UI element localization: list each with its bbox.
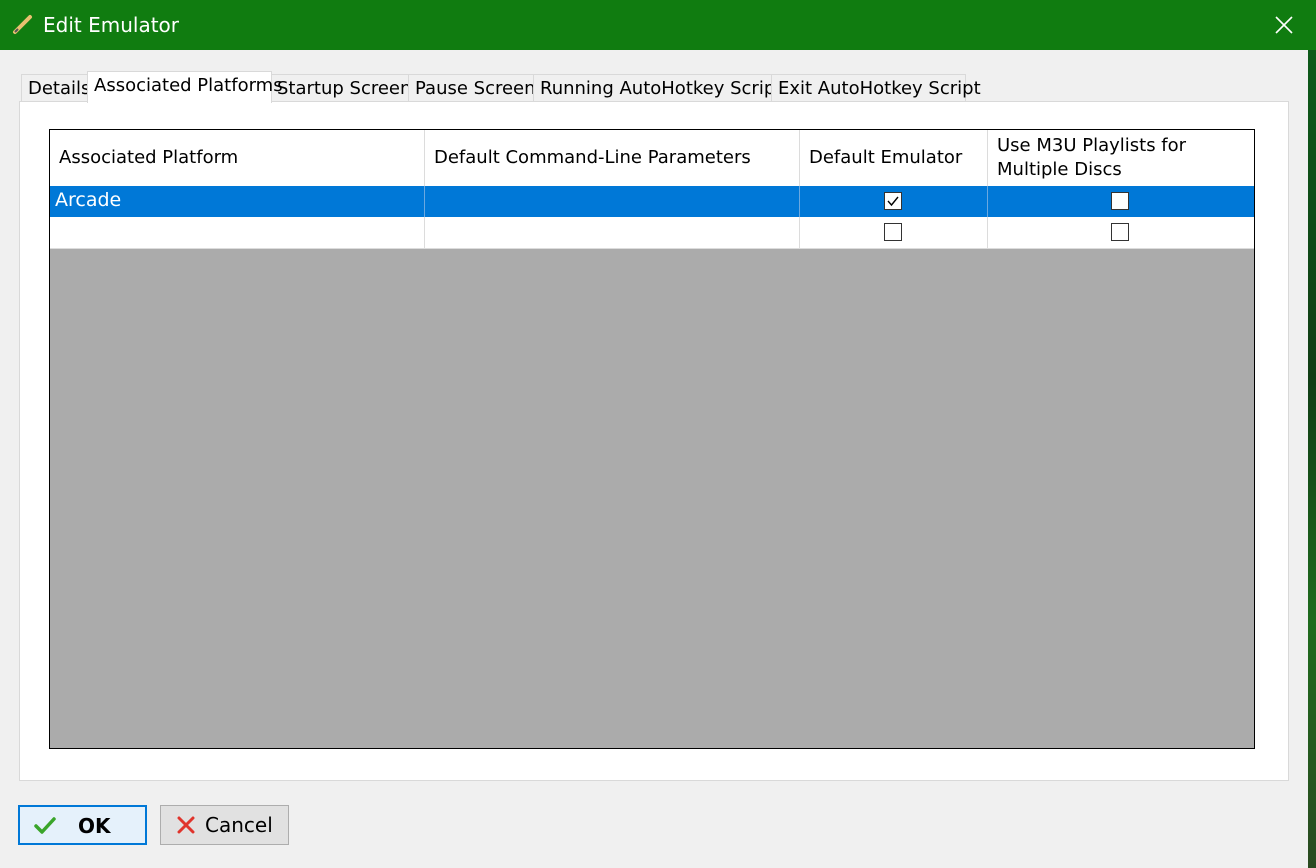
header-label-line2: Multiple Discs <box>997 159 1122 180</box>
use-m3u-checkbox[interactable] <box>1111 223 1129 241</box>
checkmark-icon <box>34 817 56 834</box>
cell-default-emulator <box>800 186 988 217</box>
tab-pause-screen[interactable]: Pause Screen <box>408 74 536 102</box>
cancel-label: Cancel <box>205 813 273 837</box>
close-button[interactable] <box>1264 5 1304 45</box>
pencil-icon <box>12 13 34 35</box>
background-desktop-strip <box>1308 50 1316 868</box>
header-associated-platform[interactable]: Associated Platform <box>50 130 425 186</box>
header-default-emulator[interactable]: Default Emulator <box>800 130 988 186</box>
header-label: Default Command-Line Parameters <box>434 147 751 168</box>
ok-button[interactable]: OK <box>18 805 147 845</box>
header-command-line-parameters[interactable]: Default Command-Line Parameters <box>425 130 800 186</box>
header-use-m3u-playlists[interactable]: Use M3U Playlists for Multiple Discs <box>988 130 1254 186</box>
tab-details[interactable]: Details <box>21 74 90 102</box>
cell-command-line-parameters[interactable] <box>425 186 800 217</box>
cell-default-emulator <box>800 217 988 248</box>
default-emulator-checkbox[interactable] <box>884 223 902 241</box>
cell-use-m3u <box>988 217 1254 248</box>
header-label: Associated Platform <box>59 147 239 168</box>
header-label: Default Emulator <box>809 147 963 168</box>
header-label-line1: Use M3U Playlists for <box>997 135 1187 156</box>
default-emulator-checkbox[interactable] <box>884 192 902 210</box>
platform-name: Arcade <box>55 189 122 211</box>
platforms-grid[interactable]: Associated Platform Default Command-Line… <box>49 129 1255 749</box>
ok-label: OK <box>78 814 111 838</box>
cell-use-m3u <box>988 186 1254 217</box>
table-row[interactable]: Arcade <box>50 186 1254 217</box>
window-title: Edit Emulator <box>43 13 179 37</box>
close-icon <box>1275 16 1293 34</box>
cancel-button[interactable]: Cancel <box>160 805 289 845</box>
checkmark-icon <box>887 196 899 207</box>
use-m3u-checkbox[interactable] <box>1111 192 1129 210</box>
cell-platform[interactable] <box>50 217 425 248</box>
tab-running-autohotkey-script[interactable]: Running AutoHotkey Script <box>533 74 782 102</box>
tab-startup-screen[interactable]: Startup Screen <box>270 74 411 102</box>
tab-exit-autohotkey-script[interactable]: Exit AutoHotkey Script <box>771 74 981 102</box>
table-row[interactable] <box>50 217 1254 249</box>
cell-command-line-parameters[interactable] <box>425 217 800 248</box>
tab-associated-platforms[interactable]: Associated Platforms <box>87 71 283 103</box>
cell-platform[interactable]: Arcade <box>50 186 425 217</box>
title-bar: Edit Emulator <box>0 0 1316 50</box>
cancel-x-icon <box>177 816 195 834</box>
